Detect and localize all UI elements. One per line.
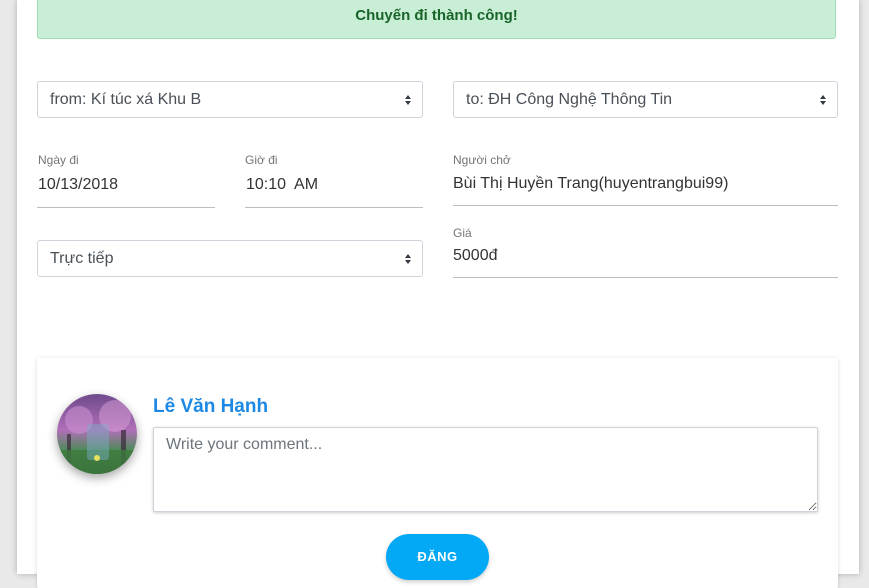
to-select[interactable]: to: ĐH Công Nghệ Thông Tin	[453, 81, 838, 118]
comment-user-name[interactable]: Lê Văn Hạnh	[153, 396, 268, 418]
user-avatar[interactable]	[57, 394, 137, 474]
to-select-value: to: ĐH Công Nghệ Thông Tin	[466, 91, 673, 108]
price-label: Giá	[453, 226, 472, 240]
comment-input[interactable]	[153, 427, 818, 512]
date-label: Ngày đi	[38, 153, 79, 167]
driver-field[interactable]: Bùi Thị Huyền Trang(huyentrangbui99)	[453, 175, 728, 193]
from-select-value: from: Kí túc xá Khu B	[50, 91, 202, 108]
avatar-image	[57, 394, 137, 474]
time-label: Giờ đi	[245, 153, 278, 167]
comment-card: Lê Văn Hạnh ĐĂNG	[37, 358, 838, 588]
price-field[interactable]: 5000đ	[453, 247, 498, 265]
select-caret-icon	[820, 95, 826, 105]
driver-label: Người chở	[453, 153, 511, 167]
select-caret-icon	[405, 95, 411, 105]
from-select[interactable]: from: Kí túc xá Khu B	[37, 81, 423, 118]
trip-detail-page: Chuyến đi thành công! from: Kí túc xá Kh…	[17, 0, 859, 588]
select-caret-icon	[405, 254, 411, 264]
alert-message: Chuyến đi thành công!	[355, 7, 518, 24]
price-underline	[453, 277, 838, 278]
post-comment-button[interactable]: ĐĂNG	[386, 534, 489, 580]
date-field[interactable]: 10/13/2018	[38, 176, 118, 194]
method-select[interactable]: Trực tiếp	[37, 240, 423, 277]
driver-underline	[453, 205, 838, 206]
time-field[interactable]: 10:10 AM	[246, 176, 318, 194]
date-underline	[37, 207, 215, 208]
method-select-value: Trực tiếp	[50, 250, 114, 267]
time-underline	[245, 207, 423, 208]
success-alert: Chuyến đi thành công!	[37, 0, 836, 39]
